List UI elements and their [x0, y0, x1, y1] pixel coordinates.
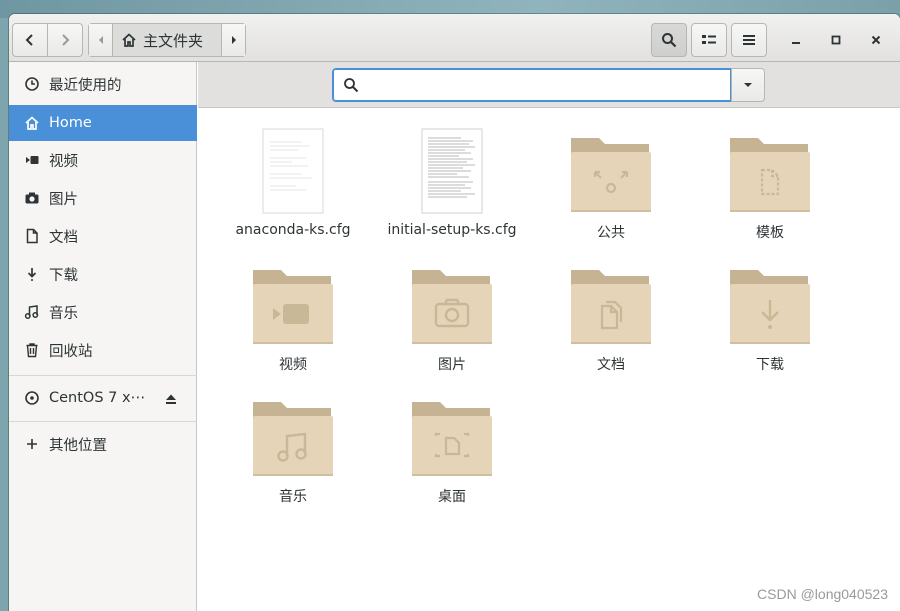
- minimize-icon: [792, 42, 800, 44]
- sidebar-item-label: 回收站: [49, 343, 93, 360]
- sidebar-item-music[interactable]: 音乐: [9, 294, 197, 330]
- folder-music-icon: [251, 388, 335, 478]
- file-grid: anaconda-ks.cfg initial-setup-ks.cfg 公共 …: [198, 108, 900, 611]
- hamburger-menu-icon: [743, 35, 755, 45]
- folder-item[interactable]: 视频: [218, 256, 368, 376]
- folder-name: 下载: [756, 357, 784, 373]
- plus-icon: [23, 435, 41, 453]
- view-toggle-button[interactable]: [691, 23, 727, 57]
- folder-templates-icon: [728, 124, 812, 214]
- clock-icon: [23, 75, 41, 93]
- sidebar-item-other-locations[interactable]: 其他位置: [9, 426, 197, 462]
- folder-item[interactable]: 桌面: [377, 388, 527, 508]
- trash-icon: [23, 341, 41, 359]
- folder-video-icon: [251, 256, 335, 346]
- folder-documents-icon: [569, 256, 653, 346]
- minimize-button[interactable]: [784, 28, 808, 52]
- folder-pictures-icon: [410, 256, 494, 346]
- home-icon: [122, 33, 136, 47]
- sidebar-item-label: 文档: [49, 229, 78, 246]
- close-button[interactable]: [864, 28, 888, 52]
- forward-button[interactable]: [47, 23, 83, 57]
- header-bar: 主文件夹: [9, 14, 900, 62]
- maximize-button[interactable]: [824, 28, 848, 52]
- folder-item[interactable]: 图片: [377, 256, 527, 376]
- folder-item[interactable]: 公共: [536, 124, 686, 244]
- folder-name: 模板: [756, 225, 784, 241]
- file-item[interactable]: anaconda-ks.cfg: [218, 124, 368, 244]
- folder-name: 音乐: [279, 489, 307, 505]
- search-input[interactable]: [367, 77, 731, 93]
- folder-share-icon: [569, 124, 653, 214]
- folder-name: 公共: [597, 225, 625, 241]
- disc-icon: [23, 389, 41, 407]
- search-bar: [198, 62, 900, 108]
- eject-button[interactable]: [161, 390, 181, 408]
- sidebar-item-videos[interactable]: 视频: [9, 142, 197, 178]
- path-crumb-label: 主文件夹: [143, 31, 204, 50]
- folder-item[interactable]: 下载: [695, 256, 845, 376]
- search-toggle-button[interactable]: [651, 23, 687, 57]
- search-options-button[interactable]: [731, 68, 765, 102]
- sidebar: 最近使用的 Home 视频 图片 文档 下载 音乐 回收站 CentOS 7 x…: [9, 62, 197, 611]
- video-icon: [23, 151, 41, 169]
- folder-name: 图片: [438, 357, 466, 373]
- path-bar: 主文件夹: [88, 23, 246, 57]
- folder-name: 文档: [597, 357, 625, 373]
- triangle-left-icon: [98, 36, 103, 44]
- sidebar-separator: [9, 421, 197, 422]
- sidebar-separator: [9, 375, 197, 376]
- folder-desktop-icon: [410, 388, 494, 478]
- watermark: CSDN @long040523: [757, 586, 888, 602]
- folder-name: 桌面: [438, 489, 466, 505]
- sidebar-item-documents[interactable]: 文档: [9, 218, 197, 254]
- sidebar-item-downloads[interactable]: 下载: [9, 256, 197, 292]
- sidebar-item-label: 最近使用的: [49, 77, 122, 94]
- sidebar-item-home[interactable]: Home: [9, 105, 197, 141]
- sidebar-item-label: CentOS 7 x⋯: [49, 390, 146, 406]
- list-view-icon: [702, 35, 716, 44]
- folder-item[interactable]: 文档: [536, 256, 686, 376]
- navigation-buttons: [12, 23, 84, 57]
- sidebar-item-recent[interactable]: 最近使用的: [9, 66, 197, 102]
- chevron-right-icon: [62, 34, 70, 46]
- folder-item[interactable]: 模板: [695, 124, 845, 244]
- sidebar-item-label: Home: [49, 115, 92, 131]
- sidebar-item-label: 音乐: [49, 305, 78, 322]
- folder-item[interactable]: 音乐: [218, 388, 368, 508]
- file-manager-window: 主文件夹 最近使用的 Home 视频 图片 文档 下载 音乐 回收站 CentO…: [9, 14, 900, 611]
- file-name: initial-setup-ks.cfg: [387, 222, 517, 238]
- chevron-left-icon: [25, 34, 33, 46]
- eject-icon: [166, 394, 176, 404]
- triangle-right-icon: [231, 36, 236, 44]
- home-icon: [23, 114, 41, 132]
- triangle-down-icon: [744, 83, 752, 87]
- sidebar-item-label: 图片: [49, 191, 78, 208]
- sidebar-item-label: 视频: [49, 153, 78, 170]
- sidebar-item-pictures[interactable]: 图片: [9, 180, 197, 216]
- folder-name: 视频: [279, 357, 307, 373]
- search-entry: [332, 68, 732, 102]
- path-crumb-home[interactable]: 主文件夹: [113, 24, 221, 56]
- sidebar-item-trash[interactable]: 回收站: [9, 332, 197, 368]
- path-scroll-left-button[interactable]: [89, 24, 113, 56]
- menu-button[interactable]: [731, 23, 767, 57]
- back-button[interactable]: [12, 23, 48, 57]
- sidebar-item-label: 下载: [49, 267, 78, 284]
- close-icon: [871, 35, 881, 45]
- download-icon: [23, 265, 41, 283]
- search-icon: [344, 78, 359, 93]
- maximize-icon: [831, 35, 841, 45]
- search-icon: [662, 33, 677, 48]
- file-item[interactable]: initial-setup-ks.cfg: [377, 124, 527, 244]
- path-scroll-right-button[interactable]: [221, 24, 245, 56]
- text-file-icon: [410, 124, 494, 214]
- music-icon: [23, 303, 41, 321]
- sidebar-item-label: 其他位置: [49, 437, 107, 454]
- file-name: anaconda-ks.cfg: [235, 222, 351, 238]
- document-icon: [23, 227, 41, 245]
- text-file-icon: [251, 124, 335, 214]
- folder-download-icon: [728, 256, 812, 346]
- camera-icon: [23, 189, 41, 207]
